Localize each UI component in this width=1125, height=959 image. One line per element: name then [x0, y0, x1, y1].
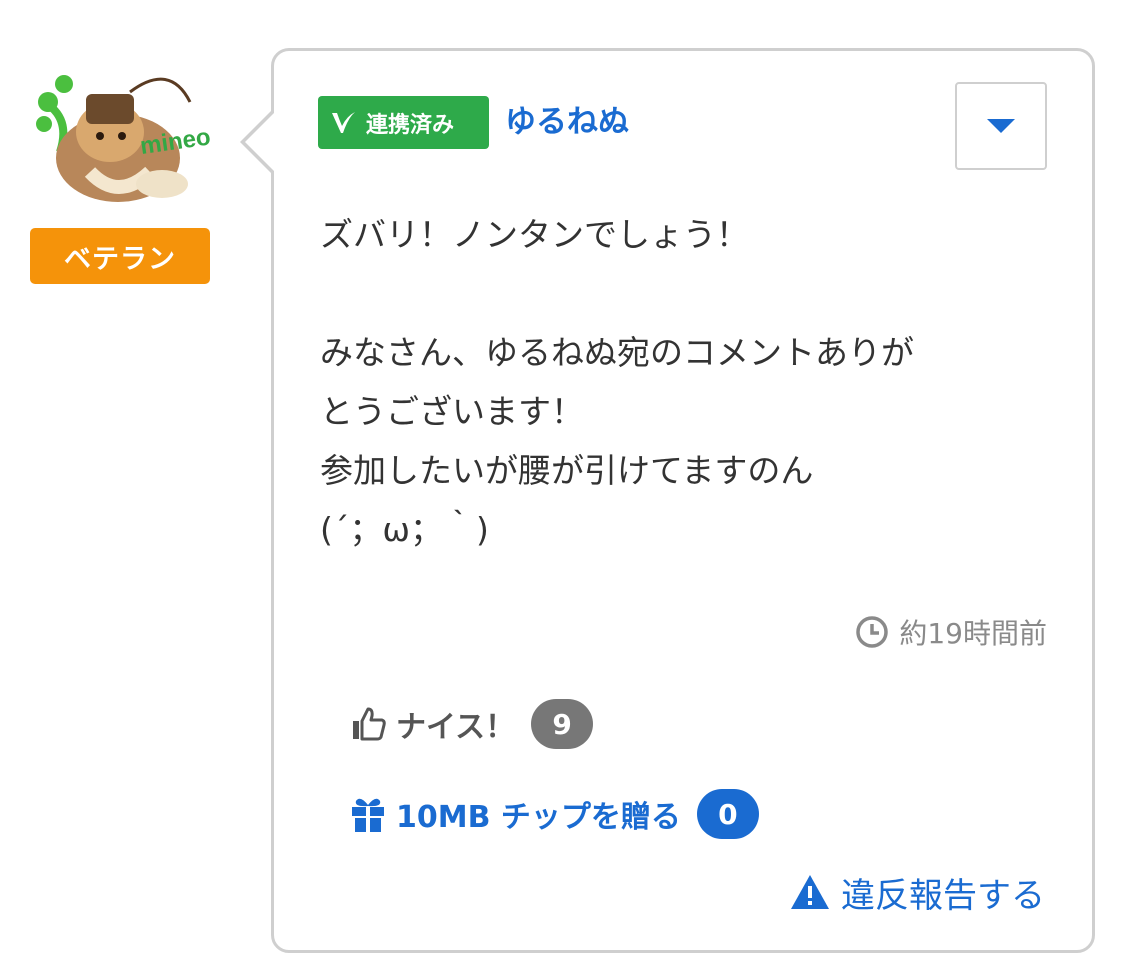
timestamp-text: 約19時間前 [899, 617, 1047, 650]
linked-badge-label: 連携済み [366, 112, 455, 138]
user-avatar[interactable]: mineo [30, 62, 212, 214]
gift-icon [352, 798, 384, 832]
send-tip-button[interactable]: 10MB チップを贈る 0 [350, 787, 759, 841]
comment-post: mineo ベテラン 連携済み ゆるねぬ ズバリ！ノンタンでしょう！ みなさん、… [0, 0, 1125, 959]
nice-button[interactable]: ナイス！ 9 [350, 698, 594, 750]
thumbs-up-icon [353, 707, 386, 741]
linked-badge: 連携済み [318, 96, 489, 149]
nice-count: 9 [531, 699, 594, 749]
comment-line: (´；ω；｀) [320, 510, 489, 549]
report-label: 違反報告する [841, 875, 1045, 916]
v-check-icon [332, 111, 355, 133]
comment-timestamp: 約19時間前 [855, 610, 1047, 654]
report-violation-link[interactable]: 違反報告する [789, 866, 1045, 918]
comment-line [320, 264, 1050, 323]
comment-body: ズバリ！ノンタンでしょう！ みなさん、ゆるねぬ宛のコメントありが とうございます… [320, 205, 1050, 559]
warning-icon [791, 875, 829, 909]
username-link[interactable]: ゆるねぬ [505, 100, 629, 144]
comment-menu-button[interactable] [955, 82, 1047, 170]
comment-line: みなさん、ゆるねぬ宛のコメントありが [320, 333, 914, 372]
tip-count: 0 [696, 789, 759, 839]
nice-label: ナイス！ [396, 710, 516, 745]
comment-line: ズバリ！ノンタンでしょう！ [320, 215, 749, 254]
clock-icon [856, 616, 889, 648]
mineo-character-avatar-icon: mineo [36, 75, 212, 202]
rank-badge: ベテラン [30, 228, 210, 284]
tip-label: 10MB チップを贈る [396, 800, 681, 835]
comment-line: とうございます！ [320, 392, 584, 431]
caret-down-icon [987, 119, 1015, 133]
comment-line: 参加したいが腰が引けてますのん [320, 451, 814, 490]
card-pointer-fill [245, 111, 276, 173]
